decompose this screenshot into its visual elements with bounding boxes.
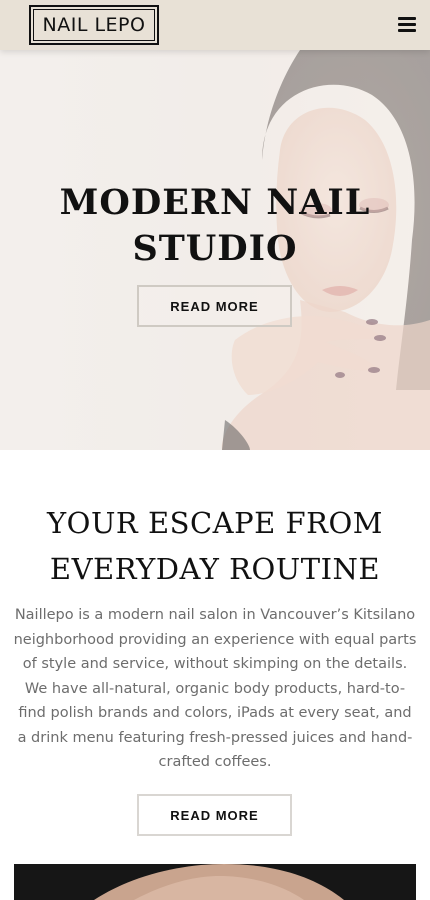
intro-read-more-button[interactable]: READ MORE (137, 794, 292, 836)
logo-text: NAIL LEPO (33, 9, 155, 41)
hero-title-line: STUDIO (132, 228, 298, 269)
gallery-photo (14, 864, 416, 900)
hero-section: MODERN NAIL STUDIO READ MORE (0, 50, 430, 450)
site-header: NAIL LEPO (0, 0, 430, 50)
hero-title: MODERN NAIL STUDIO (0, 180, 430, 272)
intro-title-line: YOUR ESCAPE FROM (47, 506, 383, 540)
hamburger-menu-icon[interactable] (398, 17, 416, 32)
intro-title: YOUR ESCAPE FROM EVERYDAY ROUTINE (0, 500, 430, 592)
hero-title-line: MODERN NAIL (59, 182, 371, 223)
intro-title-line: EVERYDAY ROUTINE (49, 552, 381, 586)
gallery-photo-art (14, 864, 416, 900)
hero-read-more-button[interactable]: READ MORE (137, 285, 292, 327)
menu-bar (398, 17, 416, 20)
logo[interactable]: NAIL LEPO (29, 5, 159, 45)
menu-bar (398, 23, 416, 26)
intro-paragraph: Naillepo is a modern nail salon in Vanco… (13, 607, 417, 770)
menu-bar (398, 29, 416, 32)
